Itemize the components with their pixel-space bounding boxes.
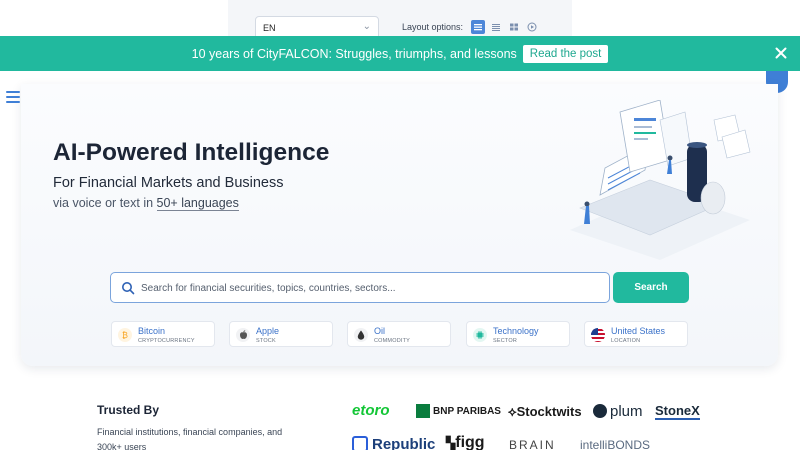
partner-logo-etoro: etoro bbox=[352, 402, 390, 419]
chip-name: Technology bbox=[493, 326, 539, 336]
partner-logo-republic: Republic bbox=[352, 436, 435, 450]
search-icon bbox=[122, 282, 135, 295]
chip-oil[interactable]: Oil COMMODITY bbox=[347, 321, 451, 347]
plum-icon bbox=[593, 404, 607, 418]
read-post-button[interactable]: Read the post bbox=[522, 44, 609, 63]
banner-text: 10 years of CityFALCON: Struggles, trium… bbox=[191, 46, 517, 61]
apple-icon bbox=[236, 328, 250, 342]
search-bar bbox=[110, 272, 610, 303]
partner-logo-stocktwits: ⟡Stocktwits bbox=[508, 404, 582, 420]
chip-type: COMMODITY bbox=[374, 338, 411, 344]
languages-prefix: via voice or text in bbox=[53, 196, 157, 210]
stocktwits-icon: ⟡ bbox=[508, 404, 517, 419]
chip-type: STOCK bbox=[256, 338, 276, 344]
partner-logo-plum: plum bbox=[593, 403, 643, 420]
chip-type: LOCATION bbox=[611, 338, 641, 344]
layout-list-button[interactable] bbox=[471, 20, 485, 34]
layout-video-button[interactable] bbox=[525, 20, 539, 34]
chip-type: SECTOR bbox=[493, 338, 518, 344]
chip-united-states[interactable]: United States LOCATION bbox=[584, 321, 688, 347]
close-icon[interactable] bbox=[773, 45, 789, 61]
trusted-description: Financial institutions, financial compan… bbox=[97, 427, 283, 450]
figg-text: figg bbox=[455, 434, 485, 450]
partner-logo-bnp: BNP PARIBAS bbox=[416, 404, 501, 418]
chip-name: Bitcoin bbox=[138, 326, 166, 336]
chip-type: CRYPTOCURRENCY bbox=[138, 338, 195, 344]
grid-layout-icon bbox=[510, 23, 518, 31]
bnp-emblem-icon bbox=[416, 404, 430, 418]
languages-link[interactable]: 50+ languages bbox=[156, 196, 239, 211]
chip-name: Oil bbox=[374, 326, 385, 336]
layout-compact-button[interactable] bbox=[489, 20, 503, 34]
menu-icon[interactable] bbox=[6, 91, 20, 103]
hero-subtitle: For Financial Markets and Business bbox=[53, 175, 284, 191]
chip-name: United States bbox=[611, 326, 666, 336]
hero-languages-line: via voice or text in 50+ languages bbox=[53, 196, 239, 211]
hero-illustration bbox=[570, 100, 751, 260]
layout-options-label: Layout options: bbox=[402, 22, 464, 32]
oil-drop-icon bbox=[354, 328, 368, 342]
chip-bitcoin[interactable]: ₿ Bitcoin CRYPTOCURRENCY bbox=[111, 321, 215, 347]
republic-icon bbox=[352, 436, 368, 450]
partner-logo-figg: ▚figg bbox=[446, 434, 485, 450]
search-input[interactable] bbox=[141, 279, 601, 297]
chip-icon bbox=[473, 328, 487, 342]
plum-text: plum bbox=[610, 403, 643, 420]
bnp-text: BNP PARIBAS bbox=[433, 405, 501, 417]
layout-grid-button[interactable] bbox=[507, 20, 521, 34]
bitcoin-icon: ₿ bbox=[118, 328, 132, 342]
republic-text: Republic bbox=[372, 436, 436, 450]
trusted-title: Trusted By bbox=[97, 403, 160, 417]
play-circle-icon bbox=[527, 22, 537, 32]
compact-layout-icon bbox=[492, 24, 500, 31]
stocktwits-text: Stocktwits bbox=[516, 404, 582, 419]
search-button[interactable]: Search bbox=[613, 272, 689, 303]
partner-logo-intellibonds: intelliBONDS bbox=[580, 438, 651, 450]
chip-name: Apple bbox=[256, 326, 280, 336]
announcement-banner: 10 years of CityFALCON: Struggles, trium… bbox=[0, 36, 800, 71]
figg-icon: ▚ bbox=[446, 436, 456, 450]
chip-technology[interactable]: Technology SECTOR bbox=[466, 321, 570, 347]
chip-apple[interactable]: Apple STOCK bbox=[229, 321, 333, 347]
list-layout-icon bbox=[474, 24, 482, 31]
us-flag-icon bbox=[591, 328, 605, 342]
language-value: EN bbox=[263, 23, 276, 33]
partner-logo-brain: BRAIN bbox=[509, 438, 556, 450]
hero-title: AI-Powered Intelligence bbox=[53, 139, 330, 166]
chevron-down-icon: ⌄ bbox=[362, 21, 371, 32]
partner-logo-stonex: StoneX bbox=[655, 403, 700, 420]
